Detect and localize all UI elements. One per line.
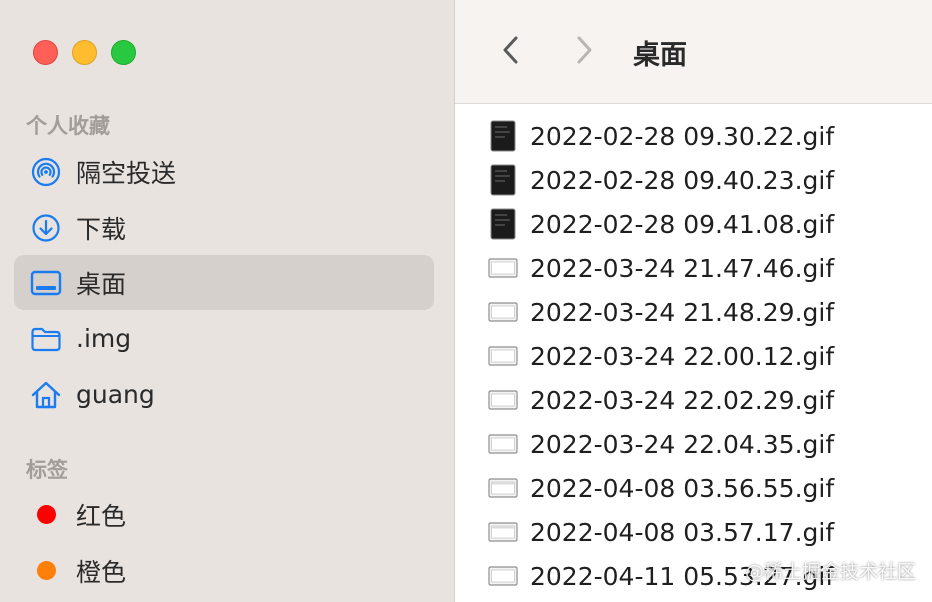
- file-row[interactable]: 2022-04-08 03.56.55.gif: [455, 466, 932, 510]
- gif-thumbnail-icon: [488, 471, 518, 505]
- file-name: 2022-03-24 22.02.29.gif: [530, 385, 835, 415]
- file-row[interactable]: 2022-03-24 22.04.35.gif: [455, 422, 932, 466]
- file-row[interactable]: 2022-03-24 22.00.12.gif: [455, 334, 932, 378]
- file-name: 2022-02-28 09.40.23.gif: [530, 165, 835, 195]
- sidebar-tag-red[interactable]: 红色: [14, 487, 434, 542]
- sidebar-item-airdrop[interactable]: 隔空投送: [14, 144, 434, 199]
- file-row[interactable]: 2022-02-28 09.40.23.gif: [455, 158, 932, 202]
- window-title: 桌面: [633, 40, 687, 71]
- file-name: 2022-03-24 21.47.46.gif: [530, 253, 835, 283]
- file-name: 2022-03-24 22.00.12.gif: [530, 341, 835, 371]
- main-pane: 桌面 2022-02-28 09.30.22.gif 2022-02-28 09…: [455, 0, 932, 602]
- window-controls: [33, 40, 136, 65]
- file-name: 2022-03-24 21.48.29.gif: [530, 297, 835, 327]
- watermark: @稀土掘金技术社区: [744, 561, 916, 583]
- download-icon: [30, 212, 62, 244]
- file-name: 2022-04-08 03.56.55.gif: [530, 473, 835, 503]
- chevron-right-icon: [574, 35, 594, 69]
- sidebar-item-desktop[interactable]: 桌面: [14, 255, 434, 310]
- file-row[interactable]: 2022-03-24 22.02.29.gif: [455, 378, 932, 422]
- file-name: 2022-04-08 03.57.17.gif: [530, 517, 835, 547]
- sidebar-tag-orange[interactable]: 橙色: [14, 543, 434, 598]
- back-button[interactable]: [493, 32, 529, 72]
- gif-thumbnail-icon: [488, 383, 518, 417]
- file-name: 2022-02-28 09.41.08.gif: [530, 209, 835, 239]
- gif-thumbnail-icon: [488, 119, 518, 153]
- file-row[interactable]: 2022-03-24 21.47.46.gif: [455, 246, 932, 290]
- sidebar-item-label: guang: [76, 380, 155, 409]
- chevron-left-icon: [501, 35, 521, 69]
- file-list: 2022-02-28 09.30.22.gif 2022-02-28 09.40…: [455, 114, 932, 598]
- gif-thumbnail-icon: [488, 207, 518, 241]
- gif-thumbnail-icon: [488, 251, 518, 285]
- home-icon: [30, 379, 62, 411]
- tags-section-title: 标签: [26, 458, 68, 482]
- gif-thumbnail-icon: [488, 295, 518, 329]
- sidebar-item-label: .img: [76, 324, 132, 353]
- file-row[interactable]: 2022-04-08 03.57.17.gif: [455, 510, 932, 554]
- red-tag-icon: [30, 499, 62, 531]
- sidebar-item-label: 橙色: [76, 557, 127, 587]
- finder-window: 个人收藏 隔空投送 下载 桌面 .img guang 标签 红色 橙色 桌面 2…: [0, 0, 932, 602]
- sidebar-item-home[interactable]: guang: [14, 367, 434, 422]
- file-name: 2022-02-28 09.30.22.gif: [530, 121, 835, 151]
- sidebar-item-label: 下载: [76, 214, 127, 244]
- favorites-section-title: 个人收藏: [26, 114, 110, 138]
- gif-thumbnail-icon: [488, 339, 518, 373]
- sidebar-item-label: 红色: [76, 501, 127, 531]
- desktop-icon: [30, 267, 62, 299]
- gif-thumbnail-icon: [488, 163, 518, 197]
- folder-icon: [30, 323, 62, 355]
- maximize-button[interactable]: [111, 40, 136, 65]
- airdrop-icon: [30, 156, 62, 188]
- orange-tag-icon: [30, 555, 62, 587]
- file-row[interactable]: 2022-02-28 09.30.22.gif: [455, 114, 932, 158]
- sidebar-item-label: 桌面: [76, 269, 127, 299]
- sidebar-item-label: 隔空投送: [76, 158, 177, 188]
- sidebar-item-img-folder[interactable]: .img: [14, 311, 434, 366]
- file-row[interactable]: 2022-03-24 21.48.29.gif: [455, 290, 932, 334]
- toolbar: 桌面: [455, 0, 932, 104]
- sidebar: 个人收藏 隔空投送 下载 桌面 .img guang 标签 红色 橙色: [0, 0, 455, 602]
- sidebar-item-downloads[interactable]: 下载: [14, 200, 434, 255]
- minimize-button[interactable]: [72, 40, 97, 65]
- file-name: 2022-03-24 22.04.35.gif: [530, 429, 835, 459]
- gif-thumbnail-icon: [488, 427, 518, 461]
- file-row[interactable]: 2022-02-28 09.41.08.gif: [455, 202, 932, 246]
- forward-button[interactable]: [566, 32, 602, 72]
- close-button[interactable]: [33, 40, 58, 65]
- gif-thumbnail-icon: [488, 515, 518, 549]
- gif-thumbnail-icon: [488, 559, 518, 593]
